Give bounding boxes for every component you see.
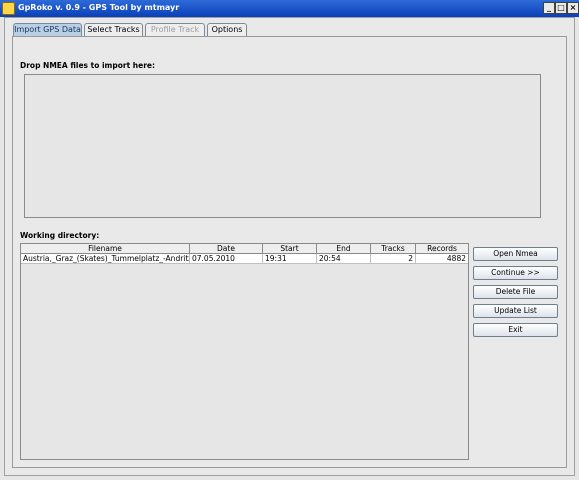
close-button[interactable]: × [567, 2, 579, 14]
cell-end[interactable]: 20:54 [317, 254, 371, 264]
table-row[interactable]: Austria,_Graz_(Skates)_Tummelplatz_-Andr… [21, 254, 468, 264]
cell-start[interactable]: 19:31 [263, 254, 317, 264]
update-list-button[interactable]: Update List [473, 304, 558, 318]
column-header-start[interactable]: Start [263, 244, 317, 254]
drop-zone[interactable] [24, 74, 541, 218]
app-icon [2, 2, 15, 15]
maximize-button[interactable]: □ [555, 2, 567, 14]
drop-label: Drop NMEA files to import here: [20, 61, 155, 70]
table-header: Filename Date Start End Tracks Records [21, 244, 468, 254]
working-directory-label: Working directory: [20, 231, 100, 240]
cell-filename[interactable]: Austria,_Graz_(Skates)_Tummelplatz_-Andr… [21, 254, 190, 264]
column-header-tracks[interactable]: Tracks [371, 244, 416, 254]
main-window: Import GPS Data Select Tracks Profile Tr… [4, 17, 575, 476]
column-header-filename[interactable]: Filename [21, 244, 190, 254]
tab-import-gps-data[interactable]: Import GPS Data [13, 23, 82, 36]
cell-records[interactable]: 4882 [416, 254, 468, 264]
window-title: GpRoko v. 0.9 - GPS Tool by mtmayr [18, 3, 180, 12]
cell-tracks[interactable]: 2 [371, 254, 416, 264]
column-header-records[interactable]: Records [416, 244, 468, 254]
delete-file-button[interactable]: Delete File [473, 285, 558, 299]
tab-options[interactable]: Options [207, 23, 247, 36]
column-header-date[interactable]: Date [190, 244, 263, 254]
exit-button[interactable]: Exit [473, 323, 558, 337]
title-bar[interactable]: GpRoko v. 0.9 - GPS Tool by mtmayr _ □ × [0, 0, 579, 17]
open-nmea-button[interactable]: Open Nmea [473, 247, 558, 261]
file-table: Filename Date Start End Tracks Records A… [20, 243, 469, 460]
minimize-button[interactable]: _ [543, 2, 555, 14]
import-panel: Drop NMEA files to import here: Working … [12, 36, 567, 468]
tab-select-tracks[interactable]: Select Tracks [84, 23, 143, 36]
cell-date[interactable]: 07.05.2010 [190, 254, 263, 264]
column-header-end[interactable]: End [317, 244, 371, 254]
continue-button[interactable]: Continue >> [473, 266, 558, 280]
tab-profile-track: Profile Track [145, 23, 205, 36]
